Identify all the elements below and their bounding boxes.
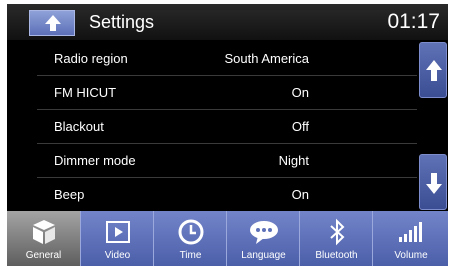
tab-label: Video bbox=[104, 250, 131, 261]
setting-value: On bbox=[291, 85, 309, 100]
bluetooth-icon bbox=[329, 218, 344, 246]
arrow-up-icon bbox=[426, 60, 442, 81]
setting-label: Dimmer mode bbox=[54, 153, 136, 168]
home-button[interactable] bbox=[29, 10, 75, 36]
tab-label: General bbox=[25, 250, 62, 261]
setting-row-radio-region[interactable]: Radio region South America bbox=[7, 42, 417, 76]
page-title: Settings bbox=[89, 12, 155, 32]
scroll-up-button[interactable] bbox=[419, 42, 447, 98]
tab-label: Language bbox=[241, 250, 286, 261]
volume-bars-icon bbox=[399, 222, 422, 242]
tab-video[interactable]: Video bbox=[80, 211, 153, 266]
tab-language[interactable]: Language bbox=[226, 211, 299, 266]
speech-bubble-icon bbox=[249, 221, 278, 244]
clock-display: 01:17 bbox=[387, 10, 440, 33]
tab-time[interactable]: Time bbox=[153, 211, 226, 266]
cube-icon bbox=[32, 220, 55, 244]
setting-value: On bbox=[291, 187, 309, 202]
header-bar: Settings 01:17 bbox=[7, 4, 448, 40]
setting-value: Night bbox=[278, 153, 309, 168]
setting-label: Blackout bbox=[54, 119, 104, 134]
home-icon bbox=[45, 15, 61, 31]
arrow-down-icon bbox=[426, 173, 442, 194]
setting-value: Off bbox=[291, 119, 309, 134]
setting-row-beep[interactable]: Beep On bbox=[7, 178, 417, 212]
setting-value: South America bbox=[224, 51, 309, 66]
setting-row-dimmer-mode[interactable]: Dimmer mode Night bbox=[7, 144, 417, 178]
tab-label: Time bbox=[179, 250, 202, 261]
scroll-down-button[interactable] bbox=[419, 154, 447, 210]
setting-label: Radio region bbox=[54, 51, 128, 66]
clock-icon bbox=[178, 219, 203, 245]
settings-tab-bar: General Video Time Language Bluetooth Vo… bbox=[7, 211, 448, 266]
tab-label: Bluetooth bbox=[315, 250, 358, 261]
tab-label: Volume bbox=[394, 250, 428, 261]
tab-volume[interactable]: Volume bbox=[372, 211, 448, 266]
tab-general[interactable]: General bbox=[7, 211, 80, 266]
setting-label: Beep bbox=[54, 187, 85, 202]
setting-row-blackout[interactable]: Blackout Off bbox=[7, 110, 417, 144]
setting-row-fm-hicut[interactable]: FM HICUT On bbox=[7, 76, 417, 110]
setting-label: FM HICUT bbox=[54, 85, 117, 100]
settings-screen: Settings 01:17 Radio region South Americ… bbox=[7, 4, 448, 266]
play-icon bbox=[105, 221, 130, 243]
tab-bluetooth[interactable]: Bluetooth bbox=[299, 211, 372, 266]
